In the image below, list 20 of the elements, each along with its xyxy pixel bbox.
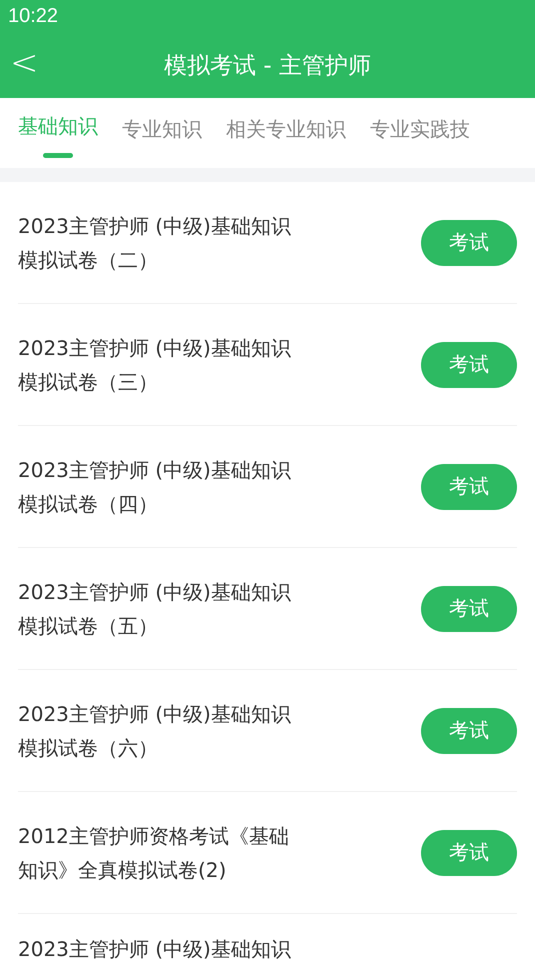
paper-title: 2012主管护师资格考试《基础知识》全真模拟试卷(2) [18,822,290,884]
paper-title: 2023主管护师 (中级)基础知识模拟试卷（四） [18,456,292,518]
status-time: 10:22 [8,4,58,28]
exam-button[interactable]: 考试 [421,586,517,632]
paper-title: 2023主管护师 (中级)基础知识模拟试卷（三） [18,334,292,396]
paper-title: 2023主管护师 (中级)基础知识模拟试卷（六） [18,700,292,762]
exam-button[interactable]: 考试 [421,220,517,266]
exam-button[interactable]: 考试 [421,464,517,510]
category-tab[interactable]: 专业知识 [110,98,214,160]
category-tab[interactable]: 基础知识 [6,98,110,160]
paper-title: 2023主管护师 (中级)基础知识模拟试卷（五） [18,578,292,640]
exam-button[interactable]: 考试 [421,708,517,754]
exam-button[interactable]: 考试 [421,342,517,388]
page-title: 模拟考试 - 主管护师 [163,52,372,80]
back-button[interactable]: < [0,43,60,87]
category-tab[interactable]: 相关专业知识 [214,98,358,160]
paper-title: 2023主管护师 (中级)基础知识模拟试卷（二） [18,212,292,274]
exam-button[interactable]: 考试 [421,830,517,876]
category-tab[interactable]: 专业实践技 [358,98,482,160]
paper-title: 2023主管护师 (中级)基础知识 [18,936,292,963]
